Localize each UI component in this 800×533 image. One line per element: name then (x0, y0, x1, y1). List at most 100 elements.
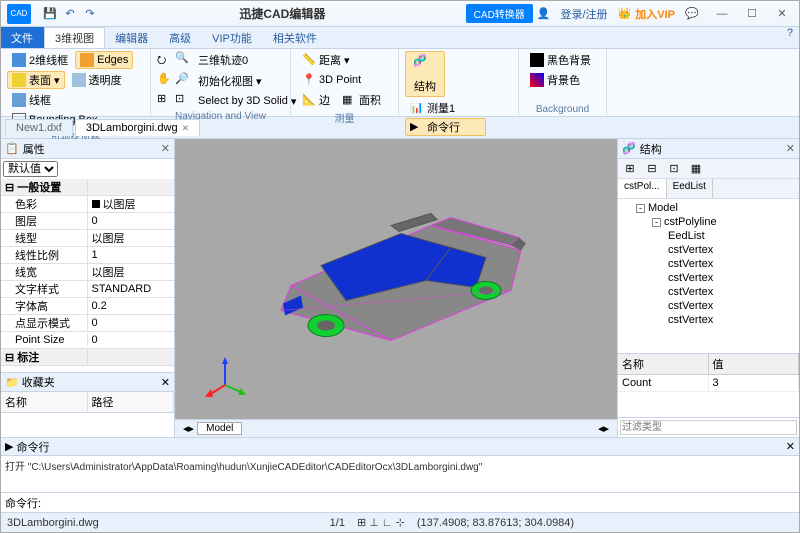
group-label-background: Background (525, 103, 600, 116)
model-tab[interactable]: Model (197, 422, 242, 435)
view-icon[interactable]: ⊞ (157, 92, 173, 110)
btn-2d-wireframe[interactable]: 2维线框 (7, 51, 73, 69)
app-logo: CAD (7, 4, 31, 24)
structure-tree[interactable]: -Model -cstPolyline EedList cstVertex cs… (618, 199, 799, 353)
tool-icon-2[interactable]: ⊟ (644, 161, 660, 177)
zoom2-icon[interactable]: 🔎 (175, 72, 191, 90)
command-header: ▶ 命令行 ✕ (1, 438, 799, 456)
structure-header: 🧬 结构 ✕ (618, 139, 799, 159)
btn-3d-orbit[interactable]: 三维轨迹0 (193, 51, 253, 69)
user-icon: 👤 (537, 7, 551, 20)
command-input[interactable] (45, 497, 795, 509)
tab-3d-view[interactable]: 3维视图 (44, 27, 105, 48)
viewport-tabs: ◂ ▸ Model ◂ ▸ (175, 419, 617, 437)
cmd-close-icon[interactable]: ✕ (786, 440, 795, 453)
btn-transparency[interactable]: 透明度 (67, 71, 127, 89)
structure-tabstrip: cstPol... EedList (618, 179, 799, 199)
command-panel: ▶ 命令行 ✕ 打开 "C:\Users\Administrator\AppDa… (1, 437, 799, 512)
folder-icon: 📁 (5, 376, 19, 389)
favorites-columns: 名称 路径 (1, 392, 174, 413)
btn-black-bg[interactable]: 黑色背景 (525, 51, 596, 69)
work-area: 📋 属性 ✕ 默认值 ⊟ 一般设置 色彩以图层 图层0 线型以图层 线性比例1 … (1, 139, 799, 437)
vp-nav-right[interactable]: ▸ (189, 422, 195, 435)
property-grid[interactable]: ⊟ 一般设置 色彩以图层 图层0 线型以图层 线性比例1 线宽以图层 文字样式S… (1, 179, 174, 372)
zoom-icon[interactable]: 🔍 (175, 51, 191, 70)
axis-gizmo[interactable] (203, 355, 247, 399)
3d-canvas[interactable] (183, 147, 609, 411)
login-link[interactable]: 登录/注册 (561, 6, 608, 22)
tab-editor[interactable]: 编辑器 (105, 27, 159, 48)
btn-3d-point[interactable]: 📍3D Point (297, 71, 366, 89)
structure-close-icon[interactable]: ✕ (786, 142, 795, 155)
tab-eedlist[interactable]: EedList (667, 179, 713, 198)
vp-scroll-right[interactable]: ▸ (603, 422, 609, 435)
tool-icon-4[interactable]: ▦ (688, 161, 704, 177)
tab-cstpol[interactable]: cstPol... (618, 179, 667, 198)
viewport[interactable]: ◂ ▸ Model ◂ ▸ (175, 139, 617, 437)
pan-icon[interactable]: ✋ (157, 72, 173, 90)
tool-icon-3[interactable]: ⊡ (666, 161, 682, 177)
status-page: 1/1 (330, 517, 345, 529)
structure-title: 结构 (640, 141, 782, 157)
tab-advanced[interactable]: 高级 (159, 27, 202, 48)
help-icon[interactable]: ? (781, 27, 799, 48)
cad-converter-badge[interactable]: CAD转换器 (466, 4, 533, 23)
btn-measure1[interactable]: 📊测量1 (405, 99, 486, 117)
close-tab-icon[interactable]: ✕ (182, 123, 190, 134)
status-filename: 3DLamborgini.dwg (7, 517, 99, 529)
document-tabs: New1.dxf 3DLamborgini.dwg✕ (1, 117, 799, 139)
btn-edge[interactable]: 📐边 (297, 91, 335, 109)
btn-init-view[interactable]: 初始化视图▾ (193, 72, 267, 90)
orbit-icon[interactable]: ⭮ (157, 51, 173, 70)
btn-surface[interactable]: 表面▾ (7, 71, 65, 89)
window-title: 迅捷CAD编辑器 (99, 5, 466, 22)
feedback-icon[interactable]: 💬 (679, 4, 705, 24)
structure-detail-grid[interactable]: 名称值 Count3 (618, 353, 799, 417)
properties-close-icon[interactable]: ✕ (161, 142, 170, 155)
doc-tab-lamborgini[interactable]: 3DLamborgini.dwg✕ (75, 119, 200, 136)
tab-vip[interactable]: VIP功能 (202, 27, 263, 48)
status-snap-icons[interactable]: ⊞ ⊥ ∟ ⊹ (357, 516, 405, 529)
qat-redo-icon[interactable]: ↷ (81, 5, 99, 23)
btn-wireframe[interactable]: 线框 (7, 91, 56, 109)
close-button[interactable]: ✕ (769, 4, 795, 24)
vip-link[interactable]: 加入VIP (635, 6, 675, 22)
btn-area[interactable]: ▦面积 (337, 91, 386, 109)
qat-save-icon[interactable]: 💾 (41, 5, 59, 23)
properties-icon: 📋 (5, 142, 19, 155)
title-bar: CAD 💾 ↶ ↷ 迅捷CAD编辑器 CAD转换器 👤 登录/注册 👑 加入VI… (1, 1, 799, 27)
properties-title: 属性 (23, 141, 157, 157)
properties-header: 📋 属性 ✕ (1, 139, 174, 159)
qat-undo-icon[interactable]: ↶ (61, 5, 79, 23)
dna-icon: 🧬 (413, 54, 437, 78)
maximize-button[interactable]: ☐ (739, 4, 765, 24)
quick-access-toolbar: 💾 ↶ ↷ (41, 5, 99, 23)
btn-bg-color[interactable]: 背景色 (525, 71, 596, 89)
left-panel: 📋 属性 ✕ 默认值 ⊟ 一般设置 色彩以图层 图层0 线型以图层 线性比例1 … (1, 139, 175, 437)
filter-box (618, 417, 799, 437)
favorites-list[interactable] (1, 413, 174, 437)
btn-select-solid[interactable]: Select by 3D Solid▾ (193, 92, 301, 110)
fav-col-name: 名称 (1, 392, 88, 412)
filter-input[interactable] (620, 420, 797, 435)
view2-icon[interactable]: ⊡ (175, 92, 191, 110)
btn-structure-big[interactable]: 🧬 结构 (405, 51, 445, 97)
favorites-header[interactable]: 📁 收藏夹 ✕ (1, 372, 174, 392)
doc-tab-new1[interactable]: New1.dxf (5, 119, 73, 136)
status-coords: (137.4908; 83.87613; 304.0984) (417, 517, 574, 529)
tab-related[interactable]: 相关软件 (263, 27, 328, 48)
structure-icon: 🧬 (622, 142, 636, 155)
command-log[interactable]: 打开 "C:\Users\Administrator\AppData\Roami… (1, 456, 799, 492)
file-menu[interactable]: 文件 (1, 27, 44, 48)
structure-toolbar: ⊞ ⊟ ⊡ ▦ (618, 159, 799, 179)
favorites-close-icon[interactable]: ✕ (161, 376, 170, 389)
btn-cmdline[interactable]: ▶命令行 (405, 118, 486, 136)
property-selector[interactable]: 默认值 (3, 161, 58, 177)
car-model[interactable] (241, 186, 551, 356)
minimize-button[interactable]: — (709, 4, 735, 24)
status-bar: 3DLamborgini.dwg 1/1 ⊞ ⊥ ∟ ⊹ (137.4908; … (1, 512, 799, 532)
btn-edges[interactable]: Edges (75, 51, 133, 69)
btn-distance[interactable]: 📏距离▾ (297, 51, 355, 69)
tool-icon-1[interactable]: ⊞ (622, 161, 638, 177)
command-prompt: 命令行: (5, 495, 41, 511)
